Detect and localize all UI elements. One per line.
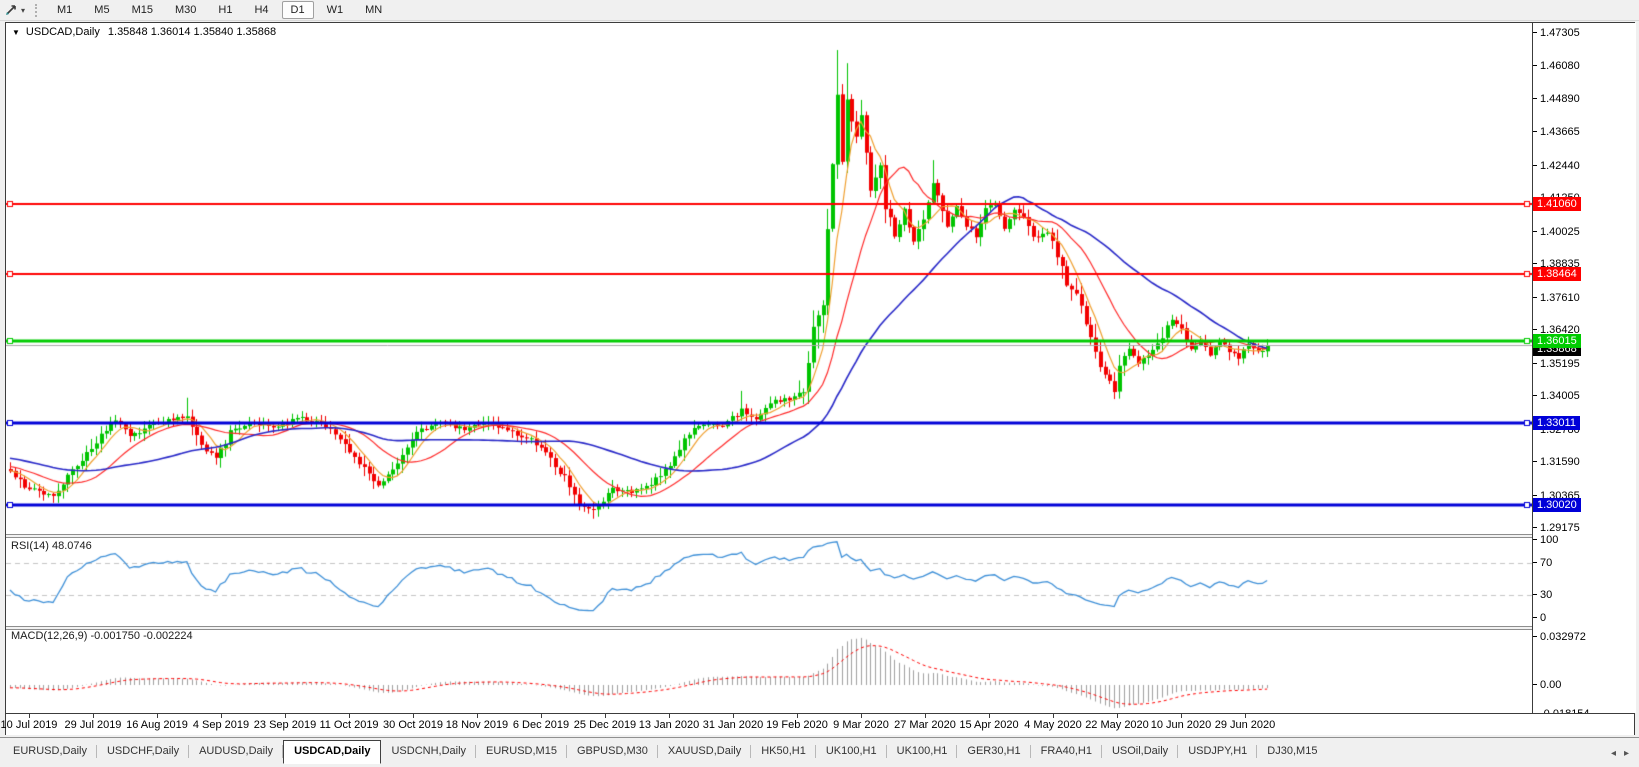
tab-scroll-right-icon[interactable]: ▸ [1624,748,1629,759]
tab-eurusd-daily[interactable]: EURUSD,Daily [3,742,97,761]
rsi-indicator-label: RSI(14) 48.0746 [11,540,92,552]
tab-fra40-h1[interactable]: FRA40,H1 [1031,742,1103,761]
panel-separator-macd[interactable] [6,626,1532,630]
tab-usdchf-daily[interactable]: USDCHF,Daily [97,742,190,761]
date-axis-label: 29 Jun 2020 [1200,714,1290,731]
timeframe-button-m1[interactable]: M1 [48,1,81,19]
chart-canvas[interactable] [6,23,1532,713]
arrows-tool-button[interactable]: ▾ [0,3,25,17]
timeframe-button-m30[interactable]: M30 [166,1,205,19]
timeframe-button-group: M1 M5 M15 M30 H1 H4 D1 W1 MN [46,1,393,19]
chart-title: ▼ USDCAD,Daily 1.35848 1.36014 1.35840 1.3… [12,26,276,38]
price-axis-tick: 1.42440 [1533,160,1580,172]
hline-price-label: 1.33011 [1533,416,1580,431]
rsi-axis-tick: 30 [1533,589,1552,601]
tab-usdcad-daily[interactable]: USDCAD,Daily [283,740,382,764]
hline-price-label: 1.36015 [1533,334,1581,349]
price-axis-tick: 1.34005 [1533,390,1580,402]
tab-dj30-m15[interactable]: DJ30,M15 [1257,742,1327,761]
macd-tick-value: 0.00 [1540,679,1562,691]
ohlc-values: 1.35848 1.36014 1.35840 1.35868 [107,26,277,38]
price-axis-tick: 1.37610 [1533,292,1580,304]
tab-usoil-daily[interactable]: USOil,Daily [1102,742,1179,761]
price-axis-tick: 1.35195 [1533,358,1580,370]
price-tick-value: 1.43665 [1540,126,1580,139]
price-tick-value: 1.37610 [1540,291,1580,304]
arrows-tool-icon [6,5,16,15]
macd-tick-value: 0.032972 [1540,631,1586,643]
dropdown-arrow-icon: ▾ [21,5,26,15]
chart-tabs: EURUSD,Daily USDCHF,Daily AUDUSD,Daily USDC… [0,740,1327,764]
price-tick-value: 1.46080 [1540,60,1580,73]
timeframe-button-m5[interactable]: M5 [85,1,118,19]
chart-tab-bar: EURUSD,Daily USDCHF,Daily AUDUSD,Daily USDC… [0,737,1639,764]
chart-window: ▼ USDCAD,Daily 1.35848 1.36014 1.35840 1.3… [1,22,1636,735]
panel-separator-rsi[interactable] [6,534,1532,538]
rsi-axis-tick: 0 [1533,612,1546,624]
hline-price-label: 1.30020 [1533,498,1581,513]
price-tick-value: 1.42440 [1540,159,1580,172]
price-axis-tick: 1.29175 [1533,522,1580,534]
tab-uk100-h1[interactable]: UK100,H1 [887,742,958,761]
timeframe-button-m15[interactable]: M15 [123,1,162,19]
hline-price-label: 1.38464 [1533,267,1581,282]
rsi-tick-value: 0 [1540,612,1547,624]
top-toolbar: ▾ M1 M5 M15 M30 H1 H4 D1 W1 MN [0,0,1639,21]
hline-price-label: 1.41060 [1533,196,1581,211]
timeframe-button-h1[interactable]: H1 [209,1,241,19]
toolbar-grip [35,3,38,17]
tab-ger30-h1[interactable]: GER30,H1 [957,742,1031,761]
symbol-dropdown-icon[interactable]: ▼ [12,28,20,37]
price-axis-tick: 1.40025 [1533,226,1580,238]
price-tick-value: 1.34005 [1540,390,1580,403]
price-tick-value: 1.44890 [1540,92,1580,105]
tab-scroll-left-icon[interactable]: ◂ [1611,748,1616,759]
price-tick-value: 1.40025 [1540,225,1580,238]
rsi-axis-tick: 100 [1533,534,1558,546]
tab-usdjpy-h1[interactable]: USDJPY,H1 [1178,742,1258,761]
tab-hk50-h1[interactable]: HK50,H1 [751,742,816,761]
price-tick-value: 1.31590 [1540,456,1580,469]
price-axis-tick: 1.44890 [1533,93,1580,105]
price-tick-value: 1.35195 [1540,357,1580,370]
tab-xauusd-daily[interactable]: XAUUSD,Daily [658,742,752,761]
tab-gbpusd-m30[interactable]: GBPUSD,M30 [567,742,658,761]
timeframe-button-w1[interactable]: W1 [318,1,353,19]
tab-usdcnh-daily[interactable]: USDCNH,Daily [381,742,476,761]
price-tick-value: 1.47305 [1540,27,1580,39]
price-axis-tick: 1.46080 [1533,60,1580,72]
rsi-tick-value: 100 [1540,534,1559,546]
price-axis-tick: 1.43665 [1533,126,1580,138]
price-axis: 1.473051.460801.448901.436651.424401.412… [1532,23,1636,720]
timeframe-button-mn[interactable]: MN [356,1,391,19]
price-axis-tick: 1.31590 [1533,456,1580,468]
symbol-name: USDCAD,Daily [25,26,100,38]
tab-eurusd-m15[interactable]: EURUSD,M15 [476,742,567,761]
date-axis: 10 Jul 2019 29 Jul 2019 16 Aug 2019 4 Sep 2… [1,713,1634,735]
rsi-axis-tick: 70 [1533,557,1552,569]
price-tick-value: 1.29175 [1540,522,1580,535]
macd-indicator-label: MACD(12,26,9) -0.001750 -0.002224 [11,630,193,642]
rsi-tick-value: 30 [1540,588,1553,601]
timeframe-button-d1[interactable]: D1 [281,1,314,19]
tab-audusd-daily[interactable]: AUDUSD,Daily [189,742,284,761]
price-axis-tick: 1.47305 [1533,27,1580,39]
tab-scroll-arrows: ◂ ▸ [1611,748,1639,759]
macd-axis-tick: 0.032972 [1533,631,1586,643]
timeframe-button-h4[interactable]: H4 [245,1,277,19]
macd-axis-tick: 0.00 [1533,679,1561,691]
rsi-tick-value: 70 [1540,557,1553,570]
tab-uk100-h1[interactable]: UK100,H1 [816,742,887,761]
